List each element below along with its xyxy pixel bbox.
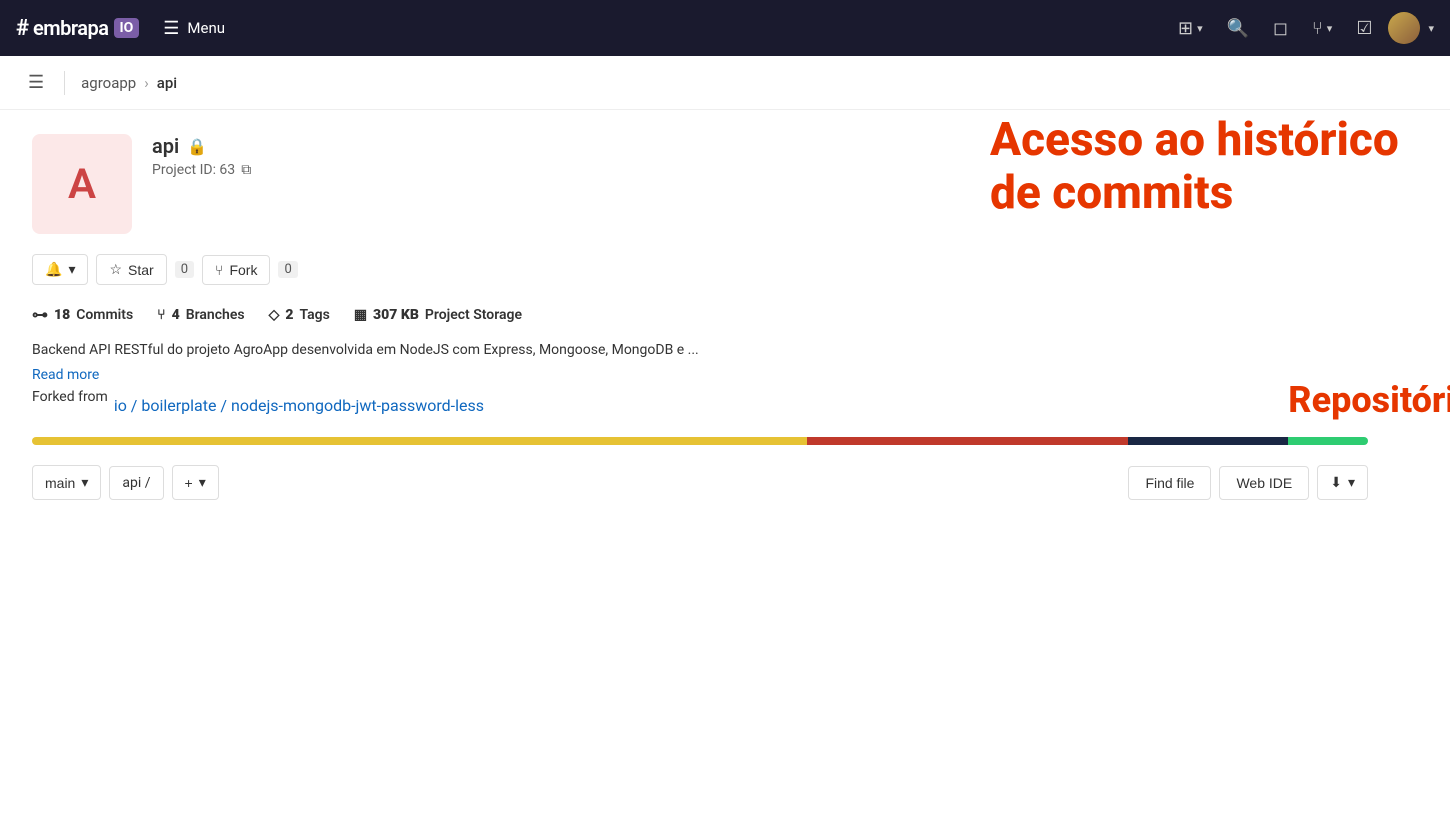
breadcrumb-api: api <box>157 74 177 92</box>
plus-icon: ⊞ <box>1178 18 1193 39</box>
project-info: api 🔒 Project ID: 63 ⧉ <box>152 134 750 178</box>
chevron-down-icon: ▾ <box>1348 474 1355 491</box>
menu-label: Menu <box>187 19 225 37</box>
navbar: # embrapa IO ☰ Menu ⊞ ▾ 🔍 ◻ ⑂ ▾ ☑ ▾ <box>0 0 1450 56</box>
logo[interactable]: # embrapa IO <box>16 16 139 41</box>
breadcrumb-agroapp[interactable]: agroapp <box>81 74 136 92</box>
storage-size: 307 KB <box>373 307 419 323</box>
download-icon: ⬇ <box>1330 474 1342 491</box>
fork-label: Fork <box>229 262 257 278</box>
bottom-toolbar: main ▾ api / + ▾ Find file Web IDE ⬇ ▾ <box>32 465 1368 500</box>
download-button[interactable]: ⬇ ▾ <box>1317 465 1368 500</box>
project-description: Backend API RESTful do projeto AgroApp d… <box>32 340 1368 361</box>
create-button[interactable]: ⊞ ▾ <box>1170 12 1211 45</box>
read-more-link[interactable]: Read more <box>32 367 1368 383</box>
path-text: api / <box>122 475 150 491</box>
action-buttons: 🔔 ▾ ☆ Star 0 ⑂ Fork 0 <box>32 254 1368 285</box>
commits-count: 18 <box>54 307 70 323</box>
chevron-down-icon: ▾ <box>1327 22 1333 35</box>
main-content: A api 🔒 Project ID: 63 ⧉ Acesso ao histó… <box>0 110 1400 524</box>
plus-icon: + <box>185 475 193 491</box>
sub-header: ☰ agroapp › api <box>0 56 1450 110</box>
lang-javascript <box>32 437 807 445</box>
logo-io: IO <box>114 18 140 38</box>
theme-icon: ◻ <box>1273 18 1288 39</box>
fork-button[interactable]: ⑂ Fork <box>202 255 270 285</box>
fork-source-link[interactable]: io / boilerplate / nodejs-mongodb-jwt-pa… <box>114 396 484 415</box>
notification-button[interactable]: 🔔 ▾ <box>32 254 88 285</box>
language-bar <box>32 437 1368 445</box>
commits-label: Commits <box>76 307 133 323</box>
branch-selector[interactable]: main ▾ <box>32 465 101 500</box>
forked-from-text: Forked from <box>32 389 108 405</box>
annotation-text-1: Acesso ao histórico de commits <box>990 114 1399 220</box>
add-file-button[interactable]: + ▾ <box>172 465 219 500</box>
fork-icon: ⑂ <box>215 262 223 278</box>
web-ide-button[interactable]: Web IDE <box>1219 466 1309 500</box>
bell-icon: 🔔 <box>45 261 62 278</box>
lang-html <box>1128 437 1288 445</box>
logo-text: embrapa <box>33 16 108 40</box>
avatar-image <box>1388 12 1420 44</box>
find-file-button[interactable]: Find file <box>1128 466 1211 500</box>
divider <box>64 71 65 95</box>
user-avatar[interactable] <box>1388 12 1420 44</box>
project-title-row: api 🔒 <box>152 134 750 158</box>
theme-button[interactable]: ◻ <box>1265 12 1296 45</box>
star-icon: ☆ <box>109 261 122 278</box>
project-avatar: A <box>32 134 132 234</box>
branches-label: Branches <box>186 307 245 323</box>
sidebar-toggle-button[interactable]: ☰ <box>24 68 48 97</box>
chevron-down-icon: ▾ <box>81 474 88 491</box>
chevron-down-icon: ▾ <box>68 261 75 278</box>
project-name: api <box>152 134 179 158</box>
todo-button[interactable]: ☑ <box>1348 12 1380 45</box>
star-count: 0 <box>175 261 194 278</box>
storage-icon: ▦ <box>354 307 367 323</box>
tags-icon: ◇ <box>269 307 280 323</box>
fork-count: 0 <box>278 261 297 278</box>
commits-icon: ⊶ <box>32 305 48 324</box>
merge-request-button[interactable]: ⑂ ▾ <box>1304 12 1340 45</box>
breadcrumb: agroapp › api <box>81 74 177 92</box>
repo-base-annotation: Repositório-base <box>1288 379 1450 421</box>
star-button[interactable]: ☆ Star <box>96 254 166 285</box>
project-id-row: Project ID: 63 ⧉ <box>152 162 750 178</box>
branches-count: 4 <box>172 307 180 323</box>
project-id-label: Project ID: 63 <box>152 162 235 178</box>
logo-hash: # <box>16 16 29 41</box>
tags-count: 2 <box>285 307 293 323</box>
copy-icon[interactable]: ⧉ <box>241 162 251 178</box>
menu-button[interactable]: ☰ Menu <box>163 18 225 39</box>
tags-stat[interactable]: ◇ 2 Tags <box>269 307 330 323</box>
branches-stat[interactable]: ⑂ 4 Branches <box>157 307 244 323</box>
merge-icon: ⑂ <box>1312 18 1323 39</box>
hamburger-icon: ☰ <box>163 18 179 39</box>
storage-label: Project Storage <box>425 307 522 323</box>
chevron-down-icon: ▾ <box>1197 22 1203 35</box>
storage-stat: ▦ 307 KB Project Storage <box>354 307 522 323</box>
project-header: A api 🔒 Project ID: 63 ⧉ Acesso ao histó… <box>32 134 1368 234</box>
chevron-down-icon: ▾ <box>199 474 206 491</box>
search-button[interactable]: 🔍 <box>1219 12 1257 45</box>
lock-icon: 🔒 <box>187 137 207 156</box>
branches-icon: ⑂ <box>157 307 165 323</box>
path-display: api / <box>109 466 163 500</box>
forked-from-row: Forked from io / boilerplate / nodejs-mo… <box>32 389 1368 421</box>
breadcrumb-separator: › <box>144 74 149 92</box>
search-icon: 🔍 <box>1227 18 1249 39</box>
navbar-actions: ⊞ ▾ 🔍 ◻ ⑂ ▾ ☑ ▾ <box>1170 12 1434 45</box>
annotation-repo-base: Repositório-base <box>1288 379 1450 421</box>
todo-icon: ☑ <box>1356 18 1372 39</box>
tags-label: Tags <box>299 307 329 323</box>
star-label: Star <box>128 262 154 278</box>
lang-css <box>807 437 1128 445</box>
commits-stat[interactable]: ⊶ 18 Commits <box>32 305 133 324</box>
lang-other <box>1288 437 1368 445</box>
stats-row: ⊶ 18 Commits ⑂ 4 Branches ◇ 2 Tags ▦ 307… <box>32 305 1368 324</box>
project-section: A api 🔒 Project ID: 63 ⧉ Acesso ao histó… <box>32 134 1368 500</box>
avatar-chevron-icon: ▾ <box>1428 22 1434 35</box>
branch-label: main <box>45 475 75 491</box>
